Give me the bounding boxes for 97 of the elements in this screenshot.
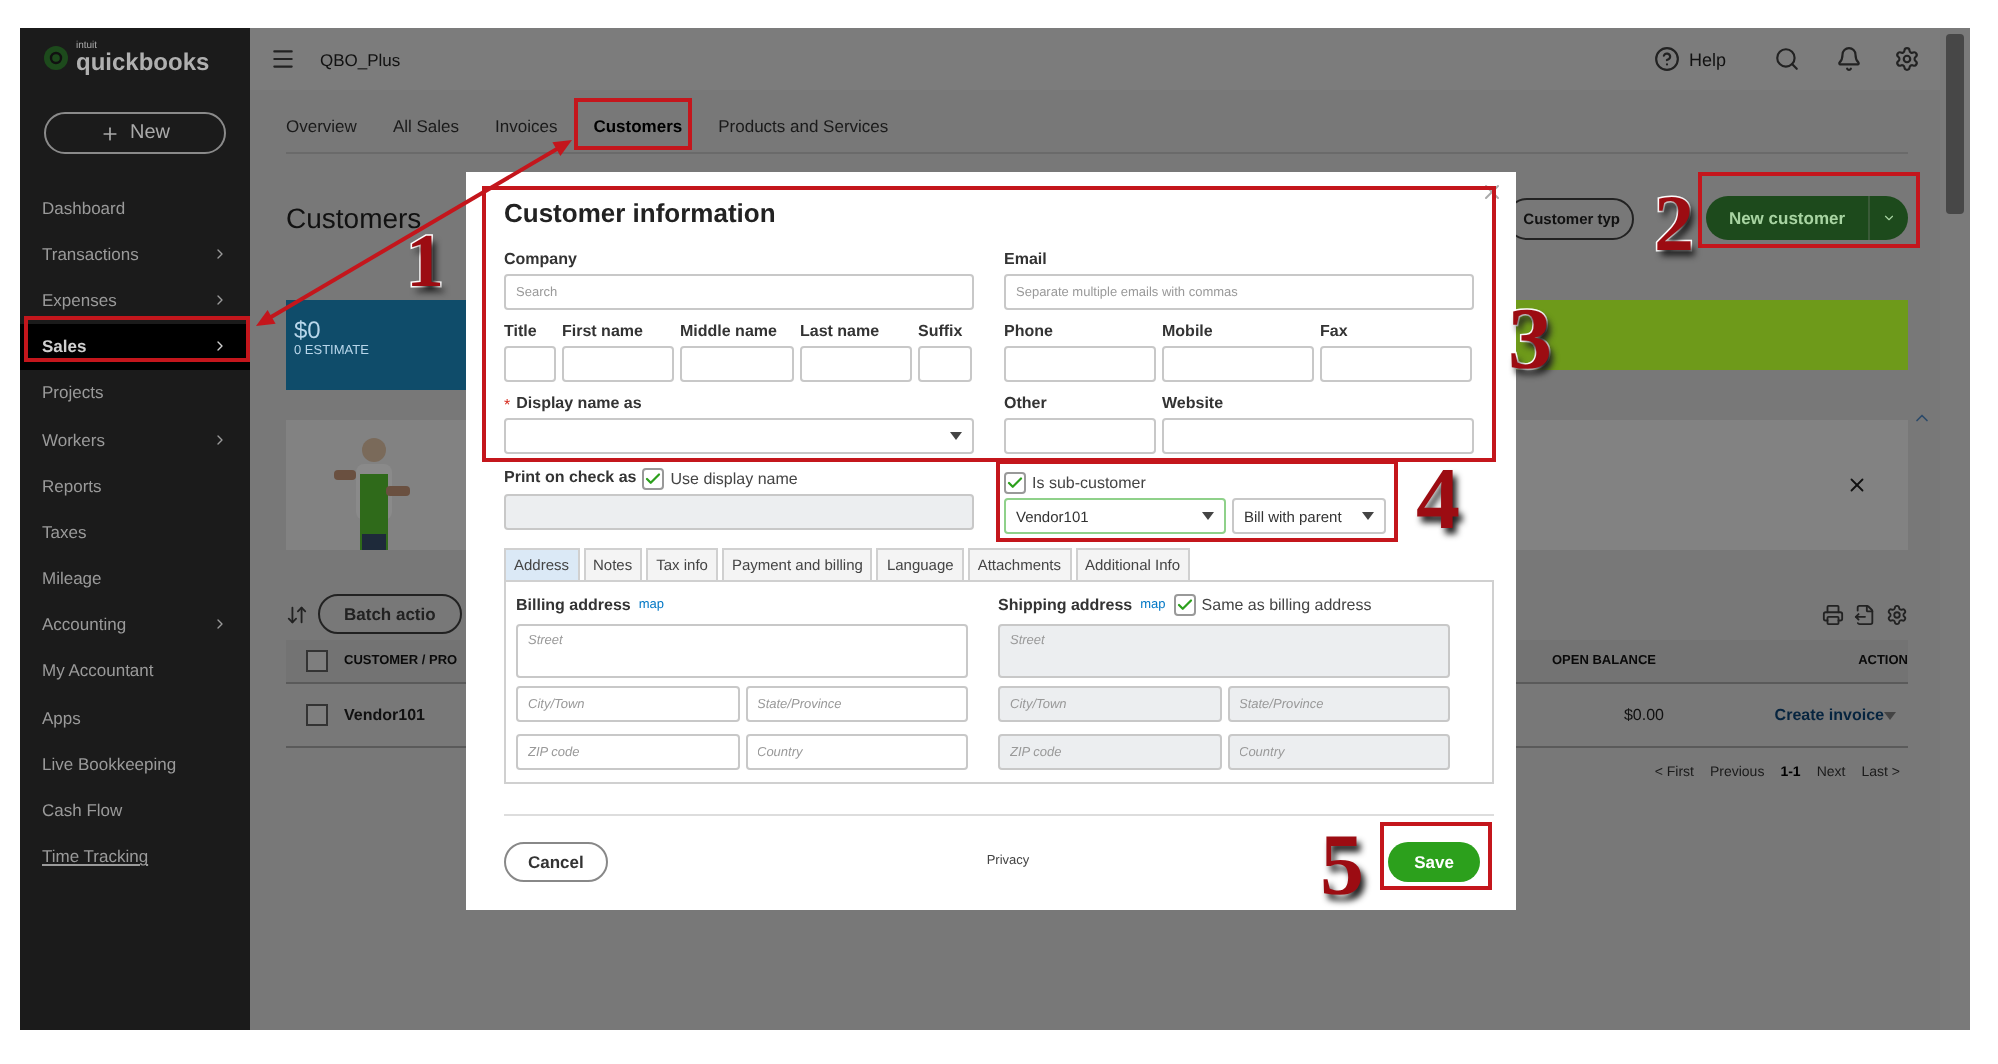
input-field[interactable] xyxy=(562,346,674,382)
input-field[interactable] xyxy=(1320,346,1472,382)
field-label: Suffix xyxy=(918,322,965,342)
nav-item[interactable]: Dashboard xyxy=(20,184,250,231)
caret-icon xyxy=(1884,711,1896,719)
required-mark: * xyxy=(504,395,511,413)
dialog-title: Customer information xyxy=(504,198,778,228)
menu-icon[interactable] xyxy=(270,46,296,72)
field-label: Other xyxy=(1004,394,1049,414)
save-button[interactable]: Save xyxy=(1388,841,1480,881)
nav-item[interactable]: Accounting xyxy=(20,601,250,648)
nav-item[interactable]: Workers xyxy=(20,415,250,463)
step-number: 2 xyxy=(1654,184,1694,264)
checkbox[interactable] xyxy=(1173,594,1196,617)
field-label: Last name xyxy=(800,322,882,342)
input-field[interactable] xyxy=(1004,418,1156,454)
logo-icon xyxy=(44,46,68,70)
help-icon[interactable] xyxy=(1654,46,1681,72)
billing-address-title: Billing address xyxy=(516,596,631,615)
chevron-icon xyxy=(212,616,228,633)
plus-icon xyxy=(99,123,120,143)
field-label: Company xyxy=(504,250,579,270)
bell-icon[interactable] xyxy=(1836,46,1862,72)
input-field[interactable] xyxy=(680,346,794,382)
checkbox[interactable] xyxy=(642,467,665,489)
field-label: Mobile xyxy=(1162,322,1215,342)
field-label: Fax xyxy=(1320,322,1350,342)
checkbox[interactable] xyxy=(306,704,328,726)
chevron-icon xyxy=(212,245,228,262)
checkbox[interactable] xyxy=(1004,471,1026,493)
create-invoice-link[interactable]: Create invoice xyxy=(1664,706,1884,724)
export-icon[interactable] xyxy=(1854,603,1876,625)
close-icon[interactable] xyxy=(1480,180,1504,204)
nav-item[interactable]: Apps xyxy=(20,694,250,741)
new-customer-button[interactable]: New customer xyxy=(1706,196,1868,240)
shipping-address-title: Shipping address xyxy=(998,596,1133,615)
nav-item[interactable]: Expenses xyxy=(20,276,250,324)
caret-icon xyxy=(950,432,962,440)
checkbox[interactable] xyxy=(306,650,328,672)
chevron-icon xyxy=(212,291,228,308)
field-label: Middle name xyxy=(680,322,779,342)
nav-item[interactable]: Mileage xyxy=(20,555,250,602)
checkbox-label: Use display name xyxy=(670,469,798,487)
field-label: Website xyxy=(1162,394,1226,414)
status-bar[interactable] xyxy=(1514,300,1908,370)
field-label: Print on check as xyxy=(504,468,637,488)
nav-item[interactable]: Time Tracking xyxy=(20,833,250,880)
table-cell-text: Vendor101 xyxy=(344,706,427,724)
caret-icon xyxy=(1362,512,1374,520)
close-icon[interactable] xyxy=(1846,474,1868,496)
field-label: First name xyxy=(562,322,645,342)
batch-actions-button[interactable]: Batch actio xyxy=(318,594,462,634)
nav-item[interactable]: Transactions xyxy=(20,230,250,277)
sort-icon[interactable] xyxy=(286,603,308,625)
field-label: Phone xyxy=(1004,322,1055,342)
tab[interactable]: Customers xyxy=(593,116,683,136)
checkbox-label: Is sub-customer xyxy=(1032,473,1146,491)
nav-item[interactable]: Live Bookkeeping xyxy=(20,740,250,787)
nav-item[interactable]: My Accountant xyxy=(20,647,250,695)
input-field[interactable] xyxy=(1162,346,1314,382)
highlight-frame xyxy=(1380,822,1492,890)
checkbox-label: Same as billing address xyxy=(1201,596,1372,615)
input-field[interactable] xyxy=(800,346,912,382)
search-icon[interactable] xyxy=(1774,46,1800,72)
settings-icon[interactable] xyxy=(1894,46,1920,72)
print-icon[interactable] xyxy=(1822,603,1844,625)
input-field[interactable] xyxy=(504,346,556,382)
step-number: 5 xyxy=(1320,822,1364,910)
nav-item[interactable]: Taxes xyxy=(20,508,250,555)
nav-item[interactable]: Cash Flow xyxy=(20,786,250,834)
tab[interactable]: Products and Services xyxy=(718,116,889,136)
tab[interactable]: Invoices xyxy=(495,116,558,136)
company-name: QBO_Plus xyxy=(320,49,403,69)
field-label: Display name as xyxy=(516,394,642,414)
help-link[interactable]: Help xyxy=(1688,49,1726,69)
caret-icon xyxy=(1202,512,1214,520)
input-field[interactable] xyxy=(1162,418,1474,454)
nav-item[interactable]: Reports xyxy=(20,462,250,509)
step-number: 4 xyxy=(1416,456,1460,544)
field-label: Title xyxy=(504,322,539,342)
input-field[interactable] xyxy=(918,346,972,382)
tab[interactable]: All Sales xyxy=(392,116,460,136)
highlight-frame xyxy=(574,98,692,150)
table-cell-text: $0.00 xyxy=(1621,706,1664,724)
scrollbar[interactable] xyxy=(1940,28,1970,1030)
estimate-amount: $0 xyxy=(294,316,323,344)
tab[interactable]: Overview xyxy=(286,116,357,136)
settings-icon[interactable] xyxy=(1886,603,1908,625)
nav-item[interactable]: Projects xyxy=(20,369,250,416)
brand-name: quickbooks xyxy=(76,52,210,74)
input-field[interactable] xyxy=(1004,346,1156,382)
page-title: Customers xyxy=(286,202,422,234)
new-button[interactable]: New xyxy=(44,112,226,154)
chevron-icon xyxy=(212,431,228,448)
chevron-icon xyxy=(212,338,228,355)
cancel-button[interactable]: Cancel xyxy=(504,841,608,881)
field-label: Email xyxy=(1004,250,1049,270)
